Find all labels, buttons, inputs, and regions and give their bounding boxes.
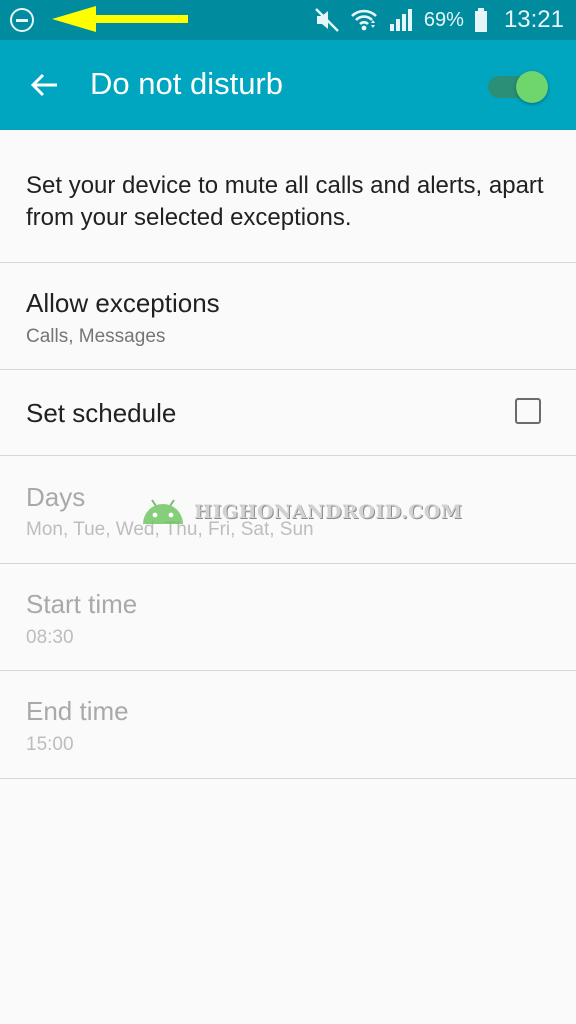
battery-percent: 69% bbox=[423, 8, 464, 31]
allow-exceptions-title: Allow exceptions bbox=[26, 288, 220, 318]
page-title: Do not disturb bbox=[90, 66, 283, 101]
allow-exceptions-summary: Calls, Messages bbox=[26, 326, 166, 347]
mute-icon bbox=[315, 8, 339, 32]
divider bbox=[0, 778, 576, 779]
days-title: Days bbox=[26, 482, 86, 512]
start-time-summary: 08:30 bbox=[26, 627, 74, 648]
start-time-row[interactable]: Start time 08:30 bbox=[0, 564, 576, 670]
arrow-left-annotation-icon bbox=[52, 6, 188, 32]
battery-icon bbox=[474, 8, 487, 32]
wifi-icon bbox=[350, 9, 377, 31]
set-schedule-checkbox[interactable] bbox=[515, 398, 541, 424]
clock: 13:21 bbox=[503, 6, 564, 33]
end-time-summary: 15:00 bbox=[26, 734, 74, 755]
set-schedule-row[interactable]: Set schedule bbox=[0, 370, 576, 455]
end-time-title: End time bbox=[26, 696, 129, 726]
start-time-title: Start time bbox=[26, 589, 138, 619]
toggle-thumb bbox=[516, 71, 548, 103]
app-bar: Do not disturb bbox=[0, 40, 576, 130]
do-not-disturb-toggle[interactable] bbox=[486, 70, 548, 103]
end-time-row[interactable]: End time 15:00 bbox=[0, 671, 576, 778]
signal-icon bbox=[389, 9, 412, 31]
status-icons: 69% 13:21 bbox=[314, 0, 564, 40]
watermark-text: HIGHONANDROID.COM bbox=[194, 501, 463, 523]
set-schedule-title: Set schedule bbox=[26, 398, 177, 428]
arrow-back-icon[interactable] bbox=[28, 68, 62, 102]
watermark: HIGHONANDROID.COM bbox=[140, 496, 462, 528]
do-not-disturb-icon bbox=[10, 8, 34, 32]
allow-exceptions-row[interactable]: Allow exceptions Calls, Messages bbox=[0, 263, 576, 369]
android-logo-icon bbox=[143, 499, 183, 524]
description-text: Set your device to mute all calls and al… bbox=[26, 172, 544, 231]
status-bar: 69% 13:21 bbox=[0, 0, 576, 40]
